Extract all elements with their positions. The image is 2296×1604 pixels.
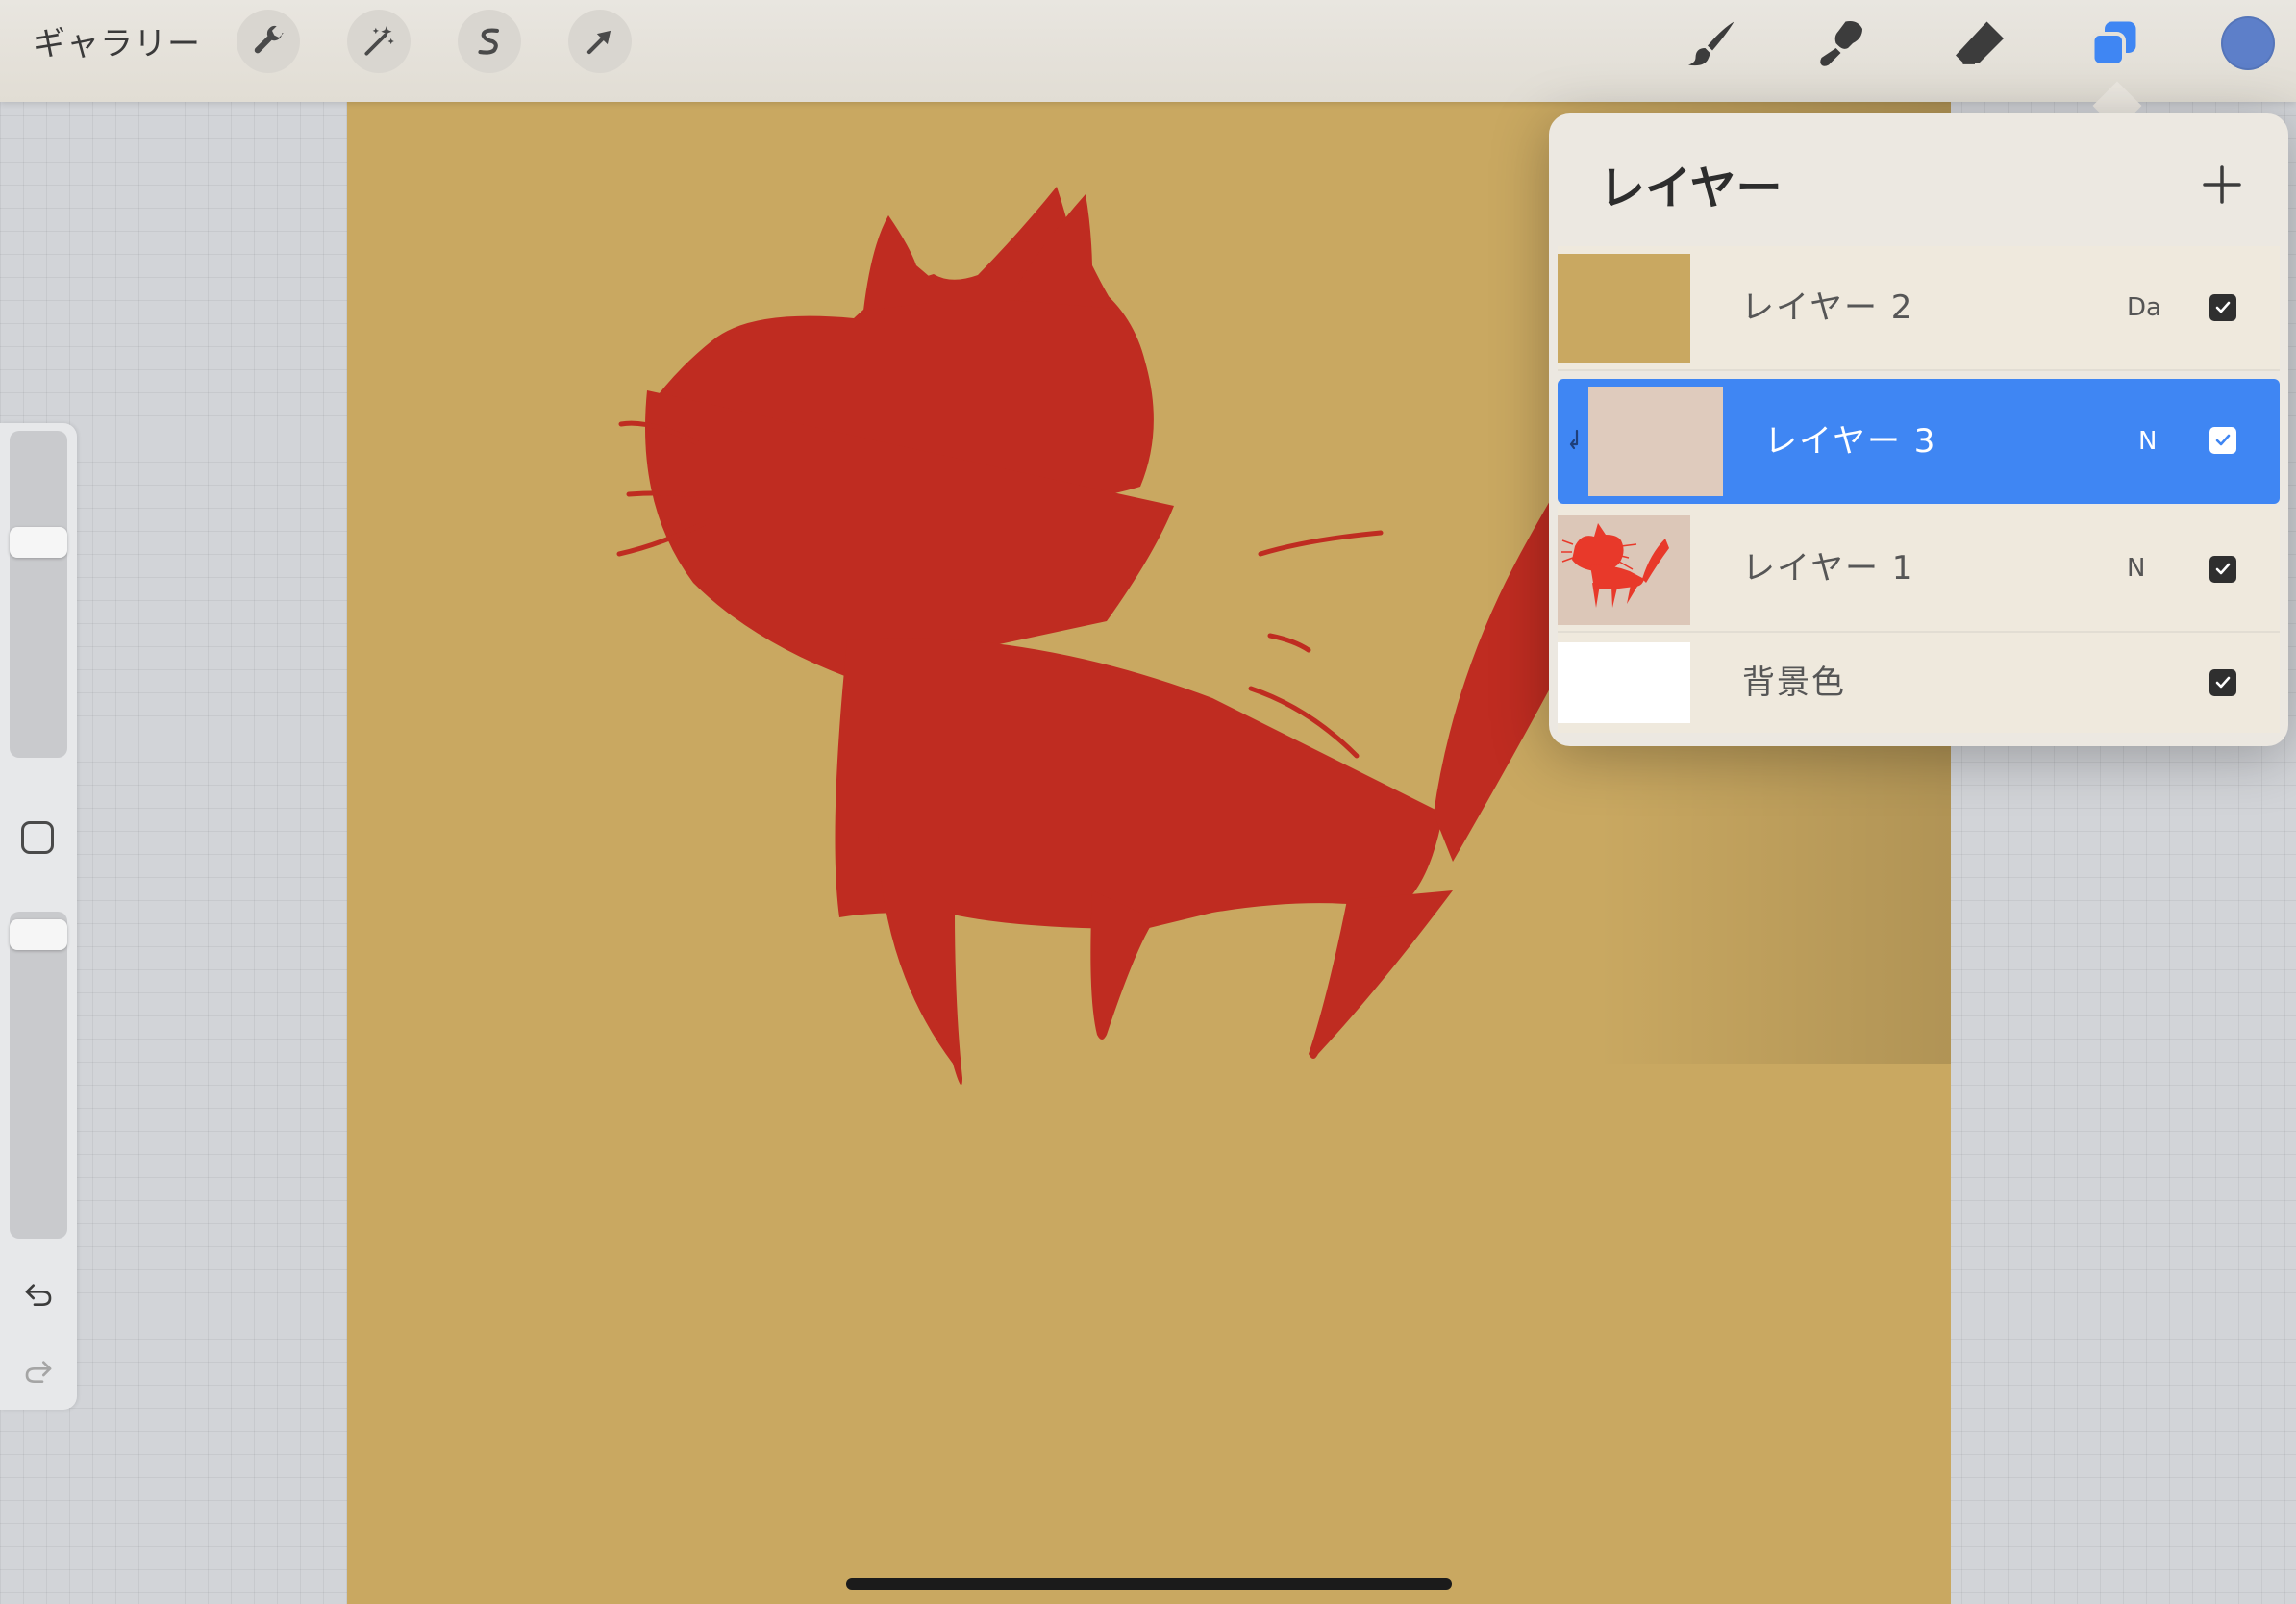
layer-row-background-color[interactable]: 背景色 [1558,633,2280,733]
actions-button[interactable] [237,10,300,73]
visibility-checkbox[interactable] [2209,556,2236,583]
brush-button[interactable] [1681,12,1744,75]
layer-thumbnail [1558,642,1690,723]
check-icon [2215,434,2231,446]
selection-button[interactable] [458,10,521,73]
visibility-checkbox[interactable] [2209,427,2236,454]
panel-title: レイヤー [1599,162,1783,215]
wrench-icon [254,25,284,54]
home-indicator [846,1578,1452,1590]
square-modifier-icon[interactable] [21,821,54,854]
layer-name: 背景色 [1742,664,1846,702]
layer-name: レイヤー 1 [1742,549,1915,588]
layer-thumbnail [1558,515,1690,625]
layer-name: レイヤー 2 [1741,288,1914,327]
transform-arrow-icon [586,30,611,55]
redo-button[interactable] [17,1352,60,1391]
layers-button[interactable] [2083,12,2146,75]
clipping-mask-icon [1569,429,1579,450]
undo-button[interactable] [17,1275,60,1314]
opacity-slider[interactable] [10,912,67,1239]
eraser-button[interactable] [1948,12,2011,75]
color-picker-button[interactable] [2221,16,2275,70]
gallery-button[interactable]: ギャラリー [33,15,201,73]
brush-icon [1688,21,1734,66]
adjustments-button[interactable] [347,10,411,73]
blend-mode-button[interactable]: N [2127,506,2145,631]
plus-icon [2203,165,2241,204]
opacity-thumb[interactable] [10,919,67,950]
brush-size-slider[interactable] [10,431,67,758]
layer-row-layer-1[interactable]: レイヤー 1 N [1558,506,2280,633]
layer-name: レイヤー 3 [1764,422,1937,461]
eraser-icon [1956,21,2004,64]
brush-size-thumb[interactable] [10,527,67,558]
smudge-button[interactable] [1811,12,1875,75]
blend-mode-button[interactable]: N [2138,379,2157,504]
layer-row-layer-3[interactable]: レイヤー 3 N [1558,379,2280,504]
redo-icon [25,1361,52,1383]
transform-button[interactable] [568,10,632,73]
magic-wand-icon [364,26,394,56]
visibility-checkbox[interactable] [2209,294,2236,321]
layers-icon [2090,21,2136,67]
layers-panel: レイヤー レイヤー 2 Da レイヤー 3 N レイヤー 1 N 背景色 [1549,113,2288,746]
cat-thumbnail [1561,523,1669,608]
left-sidebar [0,423,77,1410]
check-icon [2215,301,2231,313]
layer-thumbnail [1588,387,1723,496]
add-layer-button[interactable] [2193,156,2251,213]
smudge-icon [1820,21,1862,66]
check-icon [2215,563,2231,575]
blend-mode-button[interactable]: Da [2127,246,2161,369]
visibility-checkbox[interactable] [2209,669,2236,696]
top-toolbar: ギャラリー [0,0,2296,102]
selection-s-icon [478,28,499,55]
undo-icon [25,1284,52,1306]
layer-row-layer-2[interactable]: レイヤー 2 Da [1558,246,2280,371]
check-icon [2215,676,2231,689]
layer-thumbnail [1558,254,1690,363]
